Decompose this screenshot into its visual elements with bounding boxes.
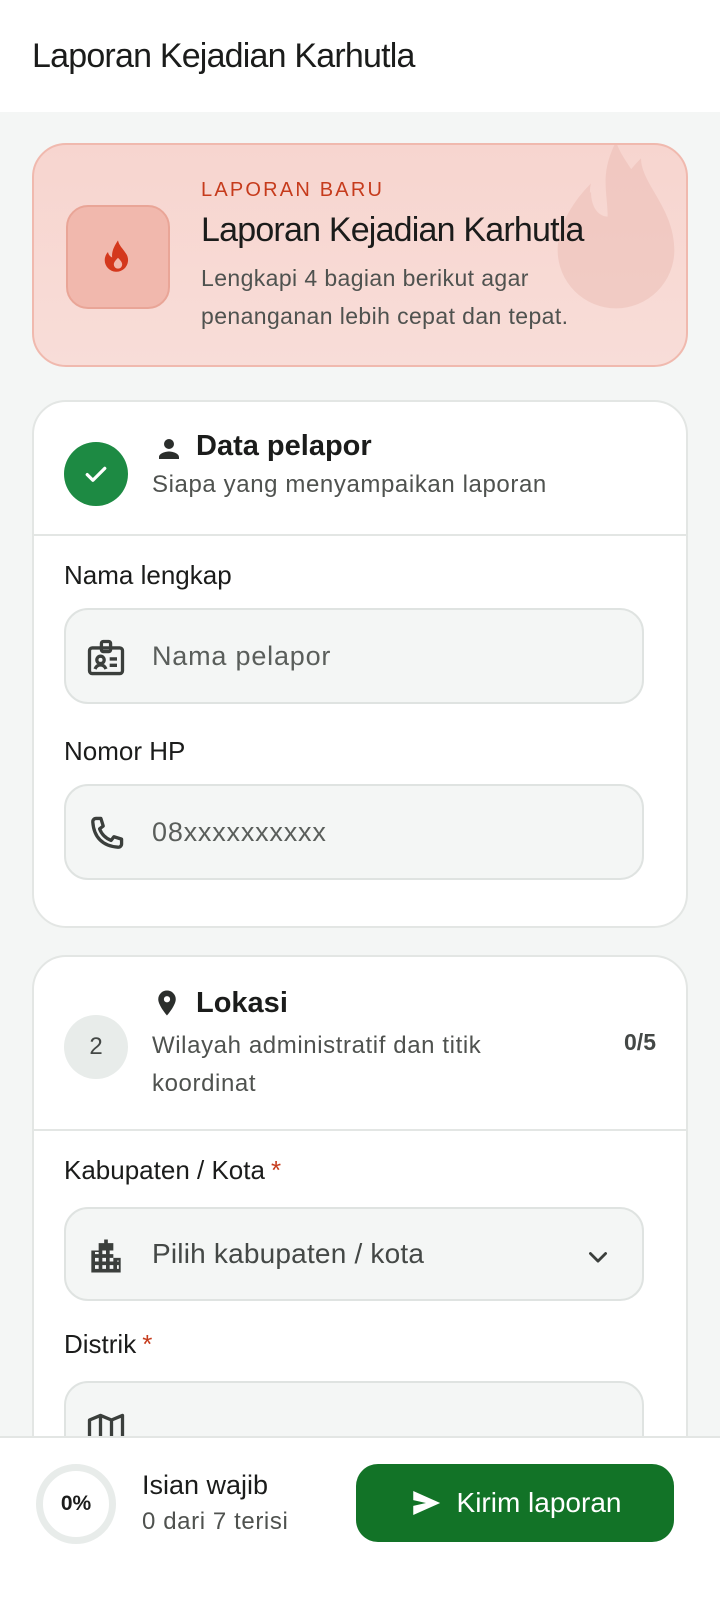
step-number-badge: 2 bbox=[64, 1015, 128, 1079]
field-label-nama: Nama lengkap bbox=[64, 560, 232, 590]
field-label-kabupaten: Kabupaten / Kota * bbox=[64, 1155, 281, 1186]
section-progress-count: 0/5 bbox=[624, 1029, 656, 1055]
hero-eyebrow: LAPORAN BARU bbox=[201, 179, 385, 201]
location-pin-icon bbox=[158, 990, 176, 1016]
progress-percent: 0% bbox=[60, 1492, 92, 1515]
nomor-hp-placeholder: 08xxxxxxxxxx bbox=[152, 816, 327, 847]
send-icon bbox=[412, 1490, 440, 1516]
bottom-action-bar: 0% Isian wajib 0 dari 7 terisi Kirim lap… bbox=[0, 1436, 720, 1600]
hero-description: Lengkapi 4 bagian berikut agar penangana… bbox=[201, 265, 569, 329]
section-subtitle: Wilayah administratif dan titik koordina… bbox=[152, 1032, 482, 1097]
app-bar: Laporan Kejadian Karhutla bbox=[0, 0, 720, 112]
progress-subtitle: 0 dari 7 terisi bbox=[142, 1508, 289, 1535]
section-data-pelapor: Data pelapor Siapa yang menyampaikan lap… bbox=[32, 400, 688, 928]
field-label-nomor-hp: Nomor HP bbox=[64, 736, 186, 766]
section-title: Lokasi bbox=[196, 987, 288, 1019]
nama-placeholder: Nama pelapor bbox=[152, 640, 332, 671]
required-marker: * bbox=[270, 1155, 282, 1185]
nomor-hp-input[interactable]: 08xxxxxxxxxx bbox=[64, 784, 644, 880]
progress-ring: 0% bbox=[36, 1464, 116, 1544]
label-text: Distrik bbox=[64, 1329, 137, 1359]
check-icon bbox=[85, 466, 107, 482]
submit-label: Kirim laporan bbox=[456, 1487, 622, 1518]
chevron-down-icon bbox=[589, 1252, 607, 1263]
submit-button[interactable]: Kirim laporan bbox=[356, 1464, 674, 1542]
section-subtitle: Siapa yang menyampaikan laporan bbox=[152, 471, 547, 498]
page-title: Laporan Kejadian Karhutla bbox=[32, 36, 415, 75]
section-title: Data pelapor bbox=[196, 430, 372, 462]
id-badge-icon bbox=[87, 639, 125, 676]
kabupaten-select[interactable]: Pilih kabupaten / kota bbox=[64, 1207, 644, 1301]
phone-icon bbox=[91, 816, 124, 849]
kabupaten-placeholder: Pilih kabupaten / kota bbox=[152, 1238, 425, 1269]
person-icon bbox=[159, 439, 179, 459]
field-label-distrik: Distrik * bbox=[64, 1329, 152, 1360]
fire-icon bbox=[104, 240, 129, 272]
nama-lengkap-input[interactable]: Nama pelapor bbox=[64, 608, 644, 704]
section-header[interactable]: 2 Lokasi Wilayah administratif dan titik… bbox=[34, 957, 686, 1131]
progress-title: Isian wajib bbox=[142, 1470, 269, 1500]
hero-title: Laporan Kejadian Karhutla bbox=[201, 211, 584, 249]
label-text: Kabupaten / Kota bbox=[64, 1155, 265, 1185]
required-marker: * bbox=[142, 1329, 153, 1359]
city-icon bbox=[91, 1239, 121, 1273]
section-header[interactable]: Data pelapor Siapa yang menyampaikan lap… bbox=[34, 402, 686, 536]
hero-icon-box bbox=[66, 205, 170, 309]
section-lokasi: 2 Lokasi Wilayah administratif dan titik… bbox=[32, 955, 688, 1515]
step-complete-badge bbox=[64, 442, 128, 506]
hero-banner: LAPORAN BARU Laporan Kejadian Karhutla L… bbox=[32, 143, 688, 367]
